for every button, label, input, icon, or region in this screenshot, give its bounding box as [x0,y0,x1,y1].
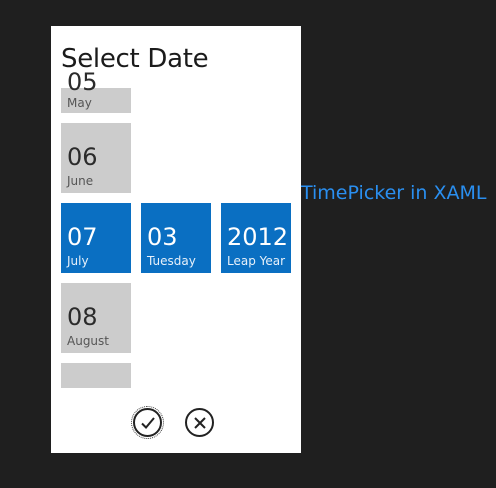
month-tile-july-selected[interactable]: 07 July [61,203,131,273]
month-tile-may[interactable]: 05 May [61,68,131,113]
month-number: 06 [67,143,98,171]
date-picker-dialog: Select Date 05 May 06 June 07 July 03 Tu… [51,26,301,453]
year-label: Leap Year [227,254,286,268]
month-number: 07 [67,223,98,251]
day-number: 03 [147,223,178,251]
month-label: August [67,334,109,348]
month-label: July [67,254,89,268]
check-icon [140,416,155,429]
day-tile-selected[interactable]: 03 Tuesday [141,203,211,273]
close-icon [193,416,206,429]
month-tile-august[interactable]: 08 August [61,283,131,353]
month-number: 08 [67,303,98,331]
year-tile-selected[interactable]: 2012 Leap Year [221,203,291,273]
month-tile-next[interactable] [61,363,131,388]
month-label: May [67,96,92,110]
year-number: 2012 [227,223,289,251]
month-label: June [67,174,94,188]
month-tile-june[interactable]: 06 June [61,123,131,193]
cancel-button[interactable] [185,408,214,437]
month-number: 05 [67,68,98,96]
day-label: Tuesday [147,254,196,268]
confirm-button[interactable] [131,406,164,439]
side-caption: TimePicker in XAML [301,182,487,204]
